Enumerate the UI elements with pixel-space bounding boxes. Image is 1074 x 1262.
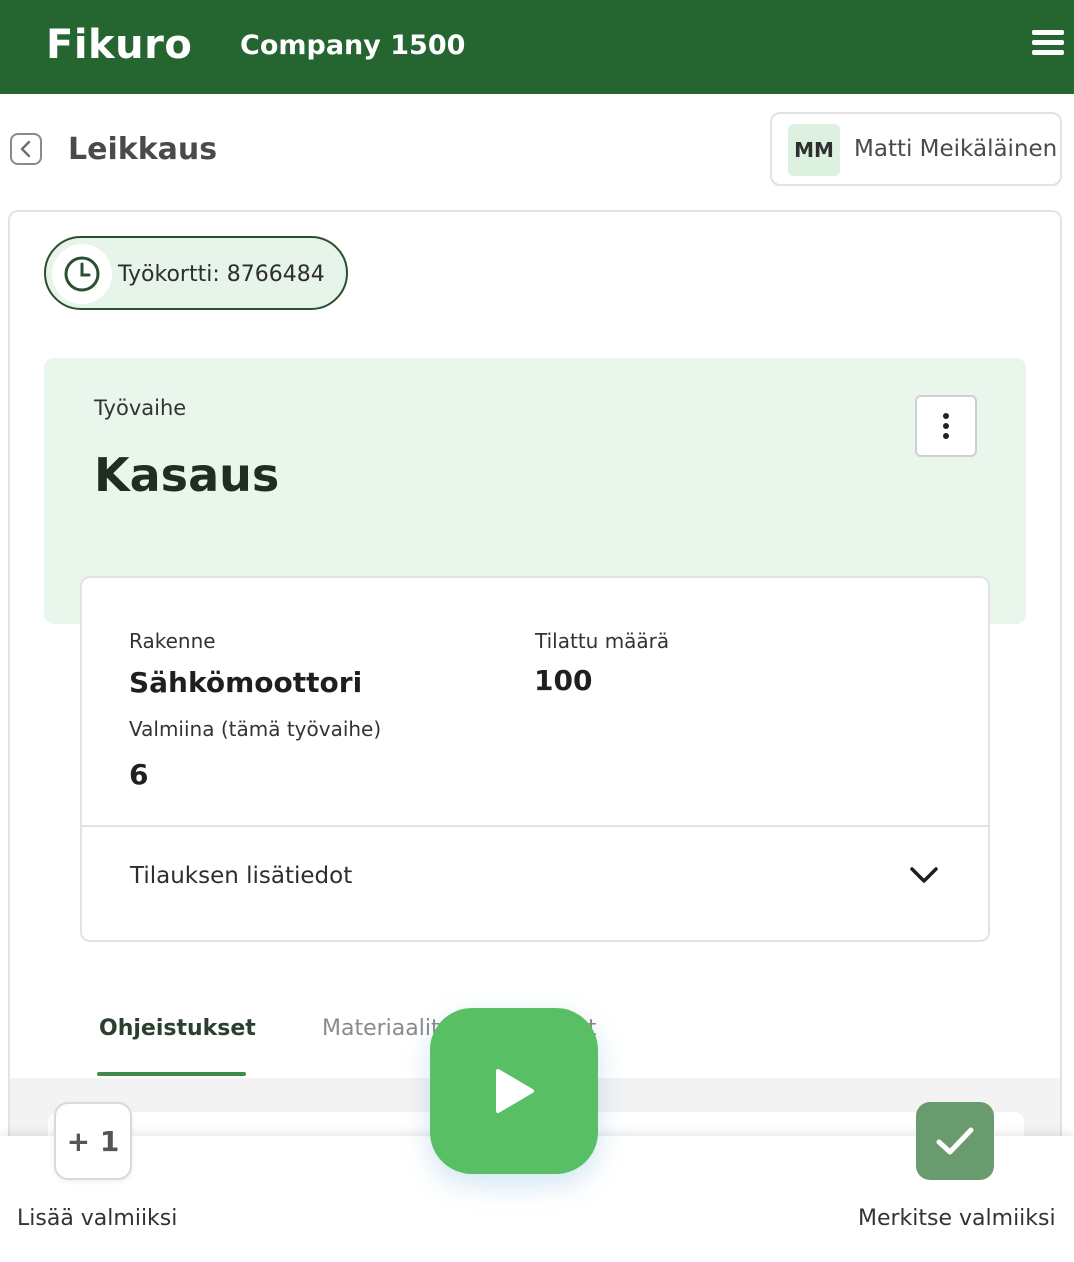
- mark-done-label[interactable]: Merkitse valmiiksi: [858, 1206, 1056, 1231]
- workcard-chip[interactable]: Työkortti: 8766484: [44, 236, 348, 310]
- add-done-label[interactable]: Lisää valmiiksi: [17, 1206, 177, 1231]
- ordered-quantity-label: Tilattu määrä: [535, 629, 670, 653]
- workcard-label: Työkortti: 8766484: [118, 262, 325, 287]
- chevron-down-icon: [910, 867, 938, 883]
- play-icon: [496, 1069, 534, 1113]
- phase-label: Työvaihe: [94, 396, 187, 420]
- order-details-accordion[interactable]: Tilauksen lisätiedot: [82, 827, 988, 939]
- company-name: Company 1500: [240, 30, 466, 61]
- tab-materials[interactable]: Materiaalit: [322, 1016, 440, 1041]
- hamburger-menu-icon[interactable]: [1032, 30, 1064, 58]
- chevron-left-icon: [20, 140, 31, 158]
- accordion-label: Tilauksen lisätiedot: [130, 863, 353, 889]
- back-button[interactable]: [10, 133, 42, 165]
- page-title: Leikkaus: [68, 132, 218, 167]
- mark-done-button[interactable]: [916, 1102, 994, 1180]
- plus-one-icon: + 1: [66, 1124, 120, 1158]
- checkmark-icon: [936, 1127, 974, 1155]
- user-profile-button[interactable]: MM Matti Meikäläinen: [770, 112, 1062, 186]
- structure-label: Rakenne: [129, 629, 216, 653]
- add-one-button[interactable]: + 1: [54, 1102, 132, 1180]
- avatar: MM: [788, 124, 840, 176]
- brand-logo: Fikuro: [46, 22, 193, 68]
- phase-name: Kasaus: [94, 448, 280, 502]
- more-vertical-icon[interactable]: [915, 395, 977, 457]
- user-name: Matti Meikäläinen: [854, 136, 1058, 162]
- play-button[interactable]: [430, 1008, 598, 1174]
- done-quantity-label: Valmiina (tämä työvaihe): [129, 717, 382, 741]
- structure-value: Sähkömoottori: [129, 666, 363, 699]
- ordered-quantity-value: 100: [534, 664, 593, 697]
- clock-icon: [52, 244, 112, 304]
- done-quantity-value: 6: [129, 758, 149, 791]
- app-header: Fikuro Company 1500: [0, 0, 1074, 94]
- tab-instructions[interactable]: Ohjeistukset: [99, 1016, 256, 1041]
- active-tab-indicator: [97, 1072, 246, 1076]
